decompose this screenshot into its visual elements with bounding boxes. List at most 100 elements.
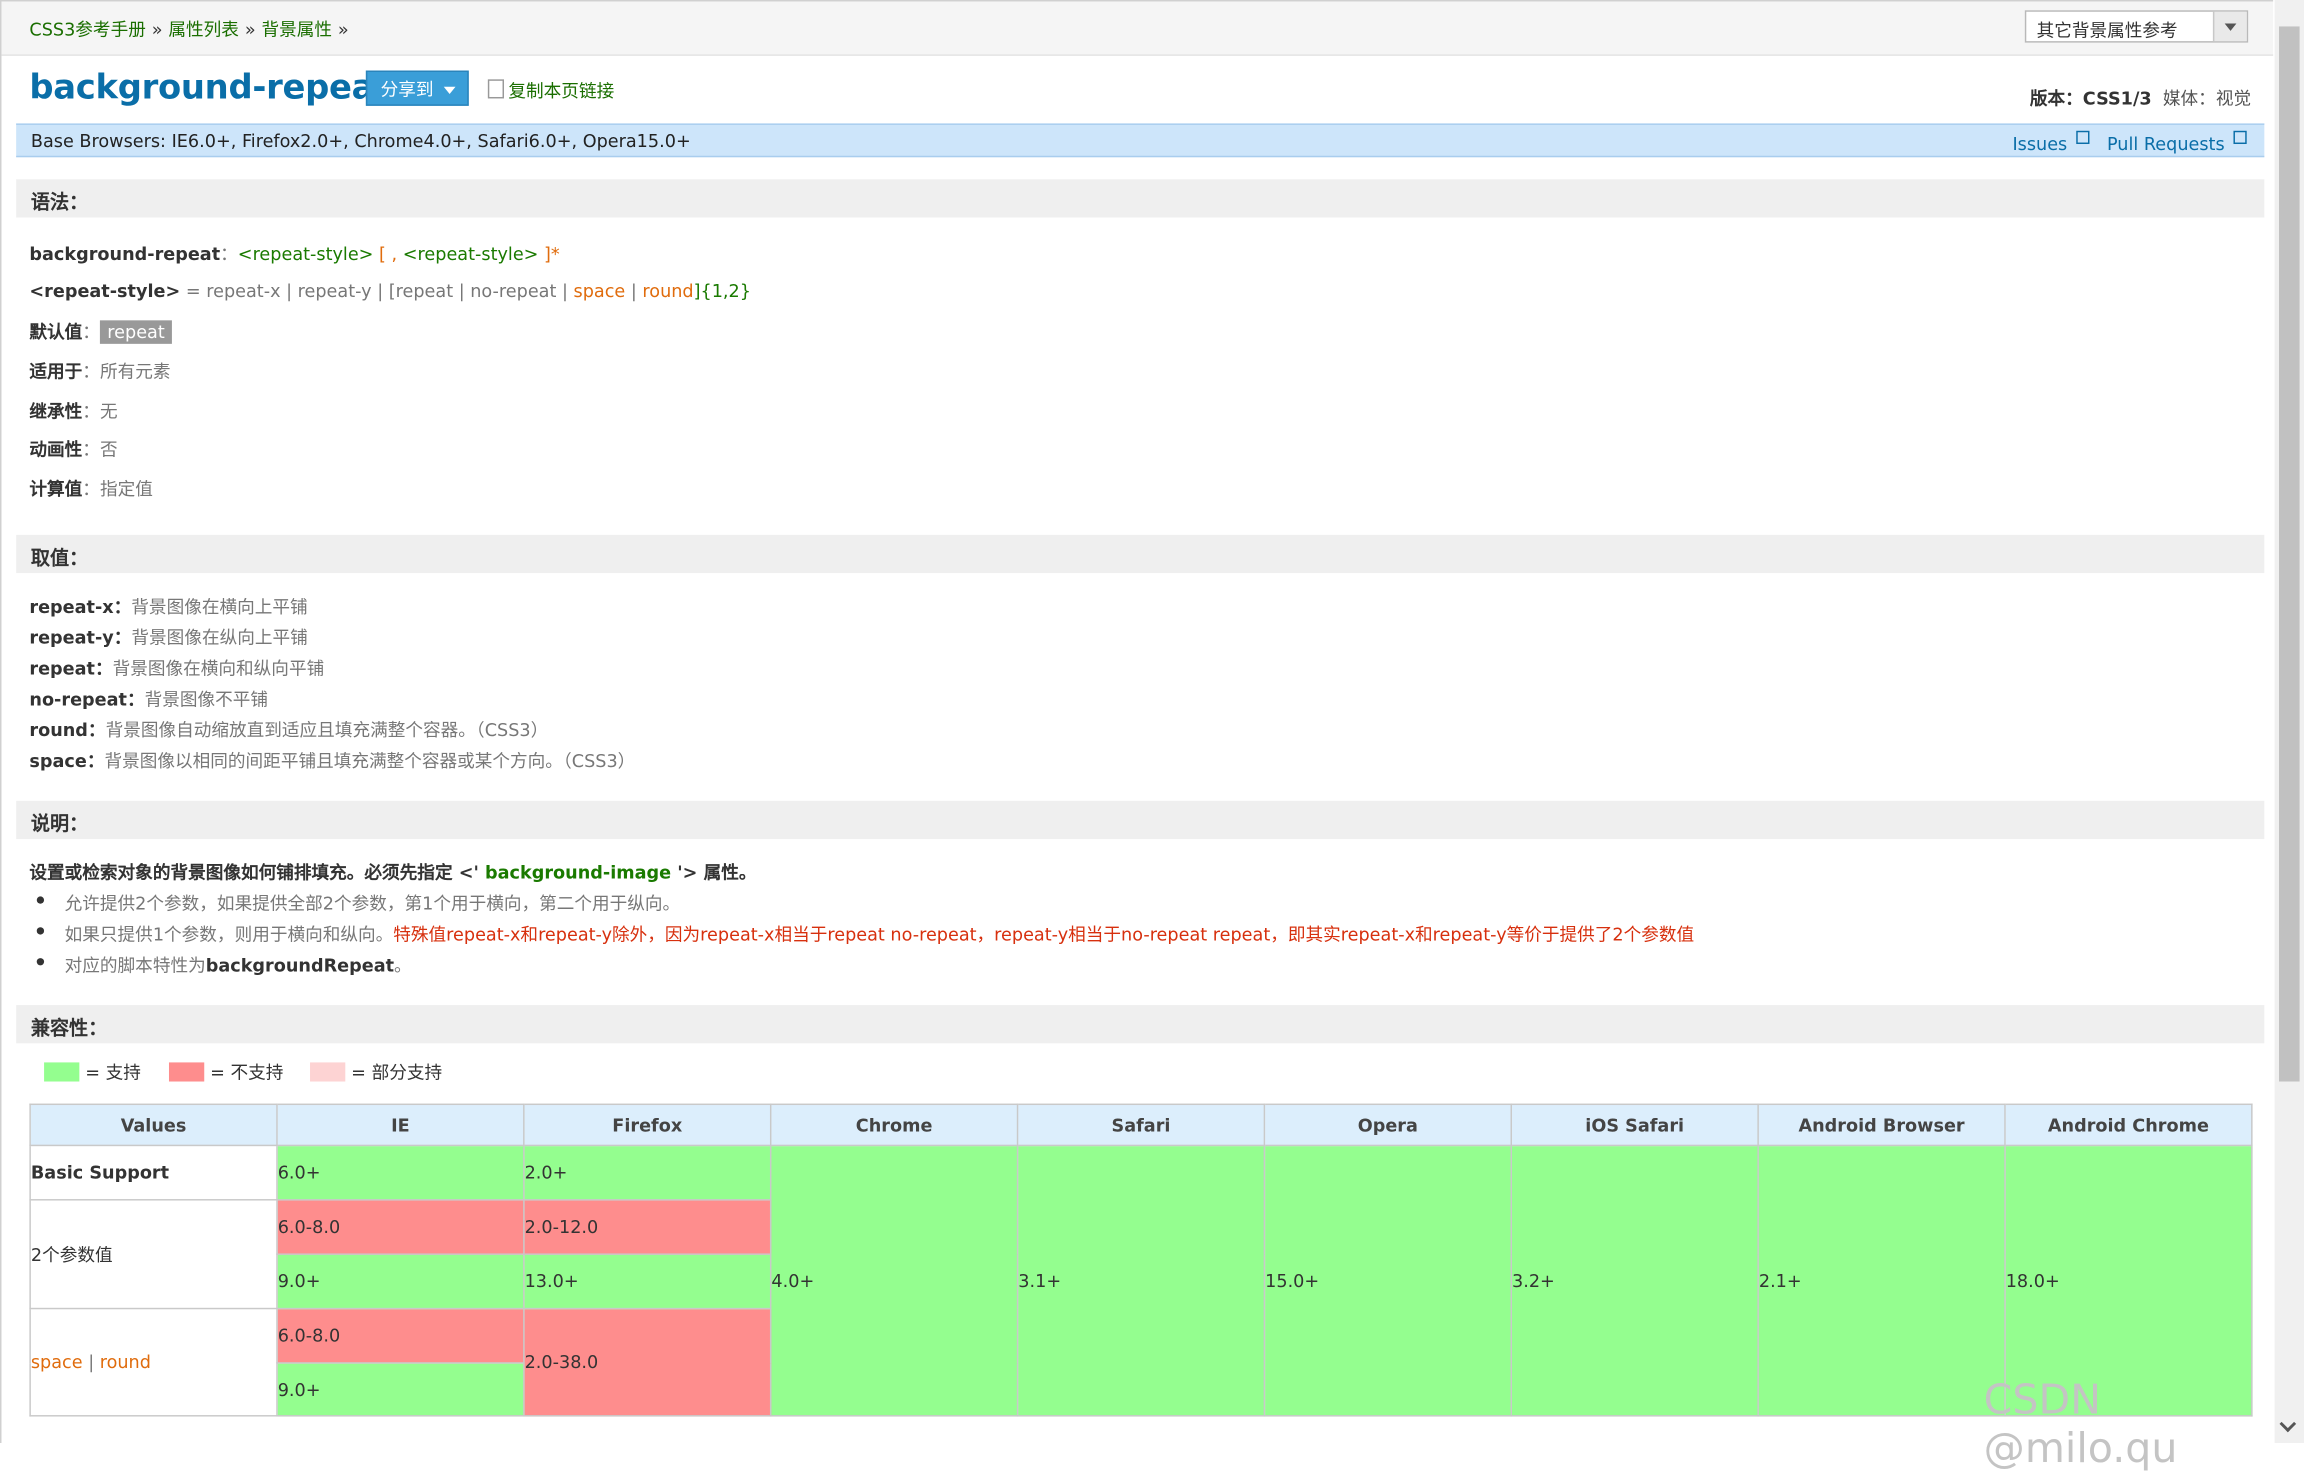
scroll-up-arrow-icon[interactable] — [2275, 0, 2304, 25]
breadcrumb-background-properties[interactable]: 背景属性 — [261, 19, 332, 40]
computed-label: 计算值 — [29, 479, 83, 500]
breadcrumb-property-list[interactable]: 属性列表 — [168, 19, 239, 40]
table-cell: 15.0+ — [1263, 1144, 1513, 1417]
legend-label: = 支持 — [85, 1062, 141, 1083]
syntax-bracket: ]* — [538, 243, 560, 265]
section-description: 说明： — [16, 800, 2265, 840]
table-cell: 3.1+ — [1016, 1144, 1266, 1417]
legend-partial-support: = 部分支持 — [310, 1059, 442, 1084]
column-header: Opera — [1263, 1103, 1513, 1147]
column-header: Android Chrome — [2004, 1103, 2253, 1147]
computed-value-row: 计算值：指定值 — [29, 476, 152, 501]
syntax-line: background-repeat：<repeat-style> [ , <re… — [29, 241, 559, 266]
external-link-icon — [2076, 130, 2090, 145]
intro-text: '> 属性。 — [671, 862, 757, 884]
description-bullet: 允许提供2个参数，如果提供全部2个参数，第1个用于横向，第二个用于纵向。 — [65, 890, 681, 915]
value-space: space — [30, 1351, 83, 1373]
scrollbar-thumb[interactable] — [2279, 26, 2300, 1082]
version-value: CSS1/3 — [2082, 88, 2152, 109]
column-header: Chrome — [769, 1103, 1019, 1147]
legend-no-support: = 不支持 — [168, 1059, 284, 1084]
value-item: repeat-y：背景图像在纵向上平铺 — [29, 627, 308, 649]
repeat-style-definition: <repeat-style> = repeat-x | repeat-y | [… — [29, 281, 751, 302]
partial-support-swatch — [310, 1062, 346, 1082]
value-item: repeat-x：背景图像在横向上平铺 — [29, 596, 308, 618]
repeat-style-term: <repeat-style> — [29, 280, 181, 302]
inherit-colon: ： — [82, 401, 100, 422]
background-image-link[interactable]: background-image — [485, 863, 671, 884]
section-compatibility: 兼容性： — [16, 1005, 2265, 1044]
legend-label: = 不支持 — [210, 1062, 284, 1083]
section-heading: 说明： — [30, 814, 89, 837]
share-button[interactable]: 分享到 — [365, 70, 469, 106]
no-support-swatch — [168, 1062, 205, 1082]
value-desc: 背景图像在纵向上平铺 — [131, 627, 308, 649]
legend-support: = 支持 — [44, 1059, 141, 1084]
select-value: 其它背景属性参考 — [2036, 20, 2178, 42]
legend-label: = 部分支持 — [351, 1062, 443, 1083]
repo-links: Issues Pull Requests — [1995, 130, 2247, 154]
support-swatch — [44, 1062, 80, 1082]
breadcrumb-css3-manual[interactable]: CSS3参考手册 — [29, 19, 145, 40]
bullet-icon — [36, 958, 45, 966]
script-property: backgroundRepeat — [205, 955, 395, 976]
value-separator: | — [625, 280, 643, 302]
bullet-text: 。 — [394, 955, 412, 976]
table-cell: 2.0+ — [523, 1144, 772, 1201]
other-background-properties-select[interactable]: 其它背景属性参考 — [2024, 10, 2249, 43]
pull-requests-link[interactable]: Pull Requests — [2098, 130, 2247, 154]
syntax-colon: ： — [220, 243, 238, 265]
watermark: CSDN @milo.qu — [1983, 1375, 2178, 1472]
section-syntax: 语法： — [16, 179, 2265, 218]
bullet-text: 如果只提供1个参数，则用于横向和纵向。 — [64, 924, 394, 945]
syntax-bracket: [ , — [373, 243, 403, 265]
scroll-down-arrow-icon[interactable] — [2275, 1411, 2304, 1436]
value-item: repeat：背景图像在横向和纵向平铺 — [29, 658, 325, 679]
table-cell: 9.0+ — [276, 1253, 525, 1310]
section-heading: 取值： — [30, 548, 89, 571]
value-round: round — [99, 1351, 151, 1373]
animatable-row: 动画性：否 — [29, 436, 117, 461]
version-label: 版本： — [2029, 88, 2083, 109]
description-bullet: 如果只提供1个参数，则用于横向和纵向。特殊值repeat-x和repeat-y除… — [65, 921, 1695, 946]
syntax-link[interactable]: <repeat-style> — [238, 244, 374, 265]
table-cell: 6.0-8.0 — [276, 1307, 525, 1364]
issues-link[interactable]: Issues — [2004, 130, 2090, 154]
inherited-row: 继承性：无 — [29, 398, 117, 423]
column-header: Values — [29, 1103, 278, 1147]
section-values: 取值： — [16, 534, 2265, 574]
page-title: background-repeat — [29, 69, 390, 108]
external-link-icon — [2233, 130, 2247, 145]
chevron-down-icon[interactable] — [2212, 11, 2247, 42]
value-item: no-repeat：背景图像不平铺 — [29, 689, 269, 710]
anim-value: 否 — [99, 439, 118, 460]
table-cell: 13.0+ — [523, 1253, 772, 1310]
default-label: 默认值 — [29, 321, 83, 343]
media-value: 视觉 — [2215, 88, 2252, 109]
syntax-property: background-repeat — [29, 243, 221, 265]
anim-colon: ： — [82, 439, 100, 460]
media-label: 媒体： — [2162, 88, 2216, 109]
column-header: Safari — [1016, 1103, 1266, 1147]
share-label: 分享到 — [380, 79, 434, 100]
column-header: IE — [276, 1103, 525, 1147]
copy-page-link[interactable]: 复制本页链接 — [487, 78, 614, 103]
breadcrumb-separator: » — [244, 19, 256, 40]
vertical-scrollbar[interactable] — [2274, 0, 2304, 1443]
column-header: iOS Safari — [1510, 1103, 1759, 1147]
applies-colon: ： — [82, 361, 100, 383]
value-item: round：背景图像自动缩放直到适应且填充满整个容器。（CSS3） — [29, 720, 549, 741]
applies-to-row: 适用于：所有元素 — [29, 359, 170, 384]
repeat-count: ]{1,2} — [693, 280, 751, 302]
value-desc: 背景图像在横向和纵向平铺 — [112, 658, 325, 679]
table-cell: 3.2+ — [1510, 1144, 1759, 1417]
value-separator: | — [82, 1351, 100, 1373]
syntax-link[interactable]: <repeat-style> — [403, 244, 539, 265]
base-browsers-bar: Base Browsers: IE6.0+, Firefox2.0+, Chro… — [16, 123, 2265, 158]
base-browsers-text: Base Browsers: IE6.0+, Firefox2.0+, Chro… — [30, 130, 691, 152]
column-header: Firefox — [523, 1103, 772, 1147]
intro-text: 设置或检索对象的背景图像如何铺排填充。必须先指定 <' — [29, 862, 486, 884]
table-header-row: Values IE Firefox Chrome Safari Opera iO… — [29, 1103, 2253, 1147]
value-desc: 背景图像以相同的间距平铺且填充满整个容器或某个方向。（CSS3） — [104, 750, 636, 772]
row-label: Basic Support — [29, 1144, 278, 1201]
